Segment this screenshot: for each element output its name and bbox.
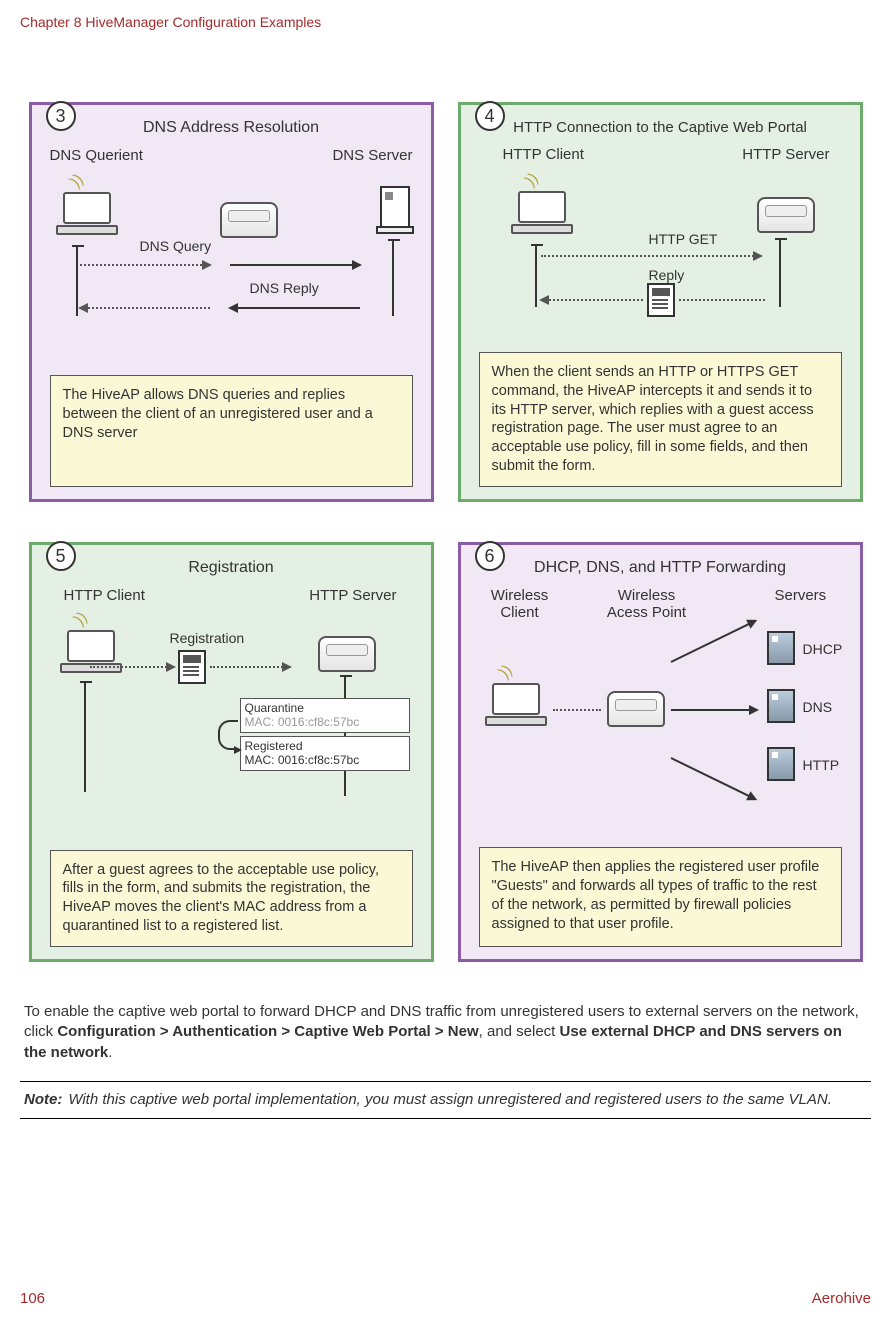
laptop-icon: )) [60, 630, 122, 680]
panels-row-2: 5 Registration HTTP Client HTTP Server )… [20, 542, 871, 962]
panel-6-subrow: Wireless Client Wireless Acess Point Ser… [479, 587, 842, 621]
wifi-icon: )) [496, 662, 516, 682]
access-point-icon [607, 691, 665, 727]
body-post: . [108, 1044, 112, 1061]
dns-querient-label: DNS Querient [50, 147, 143, 164]
server-base-icon [376, 226, 414, 234]
panel-dns-resolution: 3 DNS Address Resolution DNS Querient DN… [29, 102, 434, 502]
http-label: HTTP [803, 757, 840, 773]
dotted-arrow-icon [80, 307, 210, 309]
solid-arrow-icon [671, 709, 757, 711]
panel-6-title: DHCP, DNS, and HTTP Forwarding [479, 559, 842, 577]
dotted-arrow-icon [210, 666, 290, 668]
panel-3-title: DNS Address Resolution [50, 119, 413, 137]
panel-4-desc: When the client sends an HTTP or HTTPS G… [479, 352, 842, 487]
note-text: With this captive web portal implementat… [68, 1090, 832, 1110]
panel-3-desc: The HiveAP allows DNS queries and replie… [50, 375, 413, 487]
http-server-icon [767, 747, 795, 781]
panel-5-title: Registration [50, 559, 413, 577]
laptop-icon: )) [511, 191, 573, 241]
dotted-arrow-icon [90, 666, 174, 668]
dns-query-label: DNS Query [140, 238, 212, 254]
access-point-icon [220, 202, 278, 238]
solid-arrow-icon [670, 757, 755, 800]
http-client-label: HTTP Client [503, 146, 584, 163]
panel-6-desc: The HiveAP then applies the registered u… [479, 847, 842, 947]
dotted-line-icon [679, 299, 765, 301]
panel-5-diagram: )) Registration Quarantine MAC: 0016:cf8… [50, 612, 413, 812]
step-circle-4: 4 [475, 101, 505, 131]
dotted-line-icon [553, 709, 601, 711]
access-point-icon [757, 197, 815, 233]
wifi-icon: )) [67, 171, 87, 191]
registration-label: Registration [170, 630, 245, 646]
note-label: Note: [24, 1090, 62, 1110]
panel-6-diagram: )) DHCP DNS HTTP [479, 629, 842, 809]
solid-arrow-icon [230, 307, 360, 309]
vline-icon [779, 239, 781, 307]
panel-forwarding: 6 DHCP, DNS, and HTTP Forwarding Wireles… [458, 542, 863, 962]
step-circle-6: 6 [475, 541, 505, 571]
panel-5-desc: After a guest agrees to the acceptable u… [50, 850, 413, 947]
servers-label: Servers [775, 587, 827, 621]
laptop-icon: )) [56, 192, 118, 242]
http-get-label: HTTP GET [649, 231, 718, 247]
dhcp-server-icon [767, 631, 795, 665]
body-paragraph: To enable the captive web portal to forw… [24, 1002, 867, 1063]
panel-http-connection: 4 HTTP Connection to the Captive Web Por… [458, 102, 863, 502]
page-header: Chapter 8 HiveManager Configuration Exam… [20, 14, 871, 30]
server-tower-icon [380, 186, 410, 228]
brand-name: Aerohive [812, 1290, 871, 1307]
dns-label: DNS [803, 699, 833, 715]
page-number: 106 [20, 1290, 45, 1307]
solid-arrow-icon [230, 264, 360, 266]
laptop-icon: )) [485, 683, 547, 733]
dns-server-label: DNS Server [332, 147, 412, 164]
quarantine-label: Quarantine [245, 701, 405, 715]
http-server-label: HTTP Server [742, 146, 829, 163]
panel-3-subrow: DNS Querient DNS Server [50, 147, 413, 164]
dotted-arrow-icon [541, 255, 761, 257]
panel-3-diagram: )) DNS Query DNS Reply [50, 172, 413, 342]
vline-icon [84, 682, 86, 792]
page-footer: 106 Aerohive [20, 1290, 871, 1307]
vline-icon [76, 246, 78, 316]
registered-label: Registered [245, 739, 405, 753]
panel-4-subrow: HTTP Client HTTP Server [479, 146, 842, 163]
solid-arrow-icon [670, 620, 755, 663]
dotted-arrow-icon [80, 264, 210, 266]
vline-icon [392, 240, 394, 316]
wifi-icon: )) [71, 609, 91, 629]
quarantine-mac: MAC: 0016:cf8c:57bc [245, 715, 405, 729]
body-bold1: Configuration > Authentication > Captive… [57, 1023, 478, 1040]
wireless-ap-label: Wireless Acess Point [597, 587, 697, 621]
panels-row-1: 3 DNS Address Resolution DNS Querient DN… [20, 102, 871, 502]
panel-registration: 5 Registration HTTP Client HTTP Server )… [29, 542, 434, 962]
dns-server-icon [767, 689, 795, 723]
access-point-icon [318, 636, 376, 672]
dns-reply-label: DNS Reply [250, 280, 319, 296]
vline-icon [535, 245, 537, 307]
step-circle-3: 3 [46, 101, 76, 131]
quarantine-box: Quarantine MAC: 0016:cf8c:57bc [240, 698, 410, 733]
http-server-label: HTTP Server [309, 587, 396, 604]
reply-label: Reply [649, 267, 685, 283]
panel-4-diagram: )) HTTP GET Reply [479, 171, 842, 341]
dotted-arrow-icon [541, 299, 643, 301]
note-block: Note: With this captive web portal imple… [20, 1081, 871, 1119]
panel-5-subrow: HTTP Client HTTP Server [50, 587, 413, 604]
http-client-label: HTTP Client [64, 587, 145, 604]
wireless-client-label: Wireless Client [481, 587, 559, 621]
registered-mac: MAC: 0016:cf8c:57bc [245, 753, 405, 767]
registered-box: Registered MAC: 0016:cf8c:57bc [240, 736, 410, 771]
form-icon [647, 283, 675, 317]
form-icon [178, 650, 206, 684]
body-mid: , and select [479, 1023, 560, 1040]
wifi-icon: )) [522, 170, 542, 190]
dhcp-label: DHCP [803, 641, 843, 657]
arrowhead-icon [234, 746, 242, 754]
panel-4-title: HTTP Connection to the Captive Web Porta… [479, 119, 842, 136]
step-circle-5: 5 [46, 541, 76, 571]
